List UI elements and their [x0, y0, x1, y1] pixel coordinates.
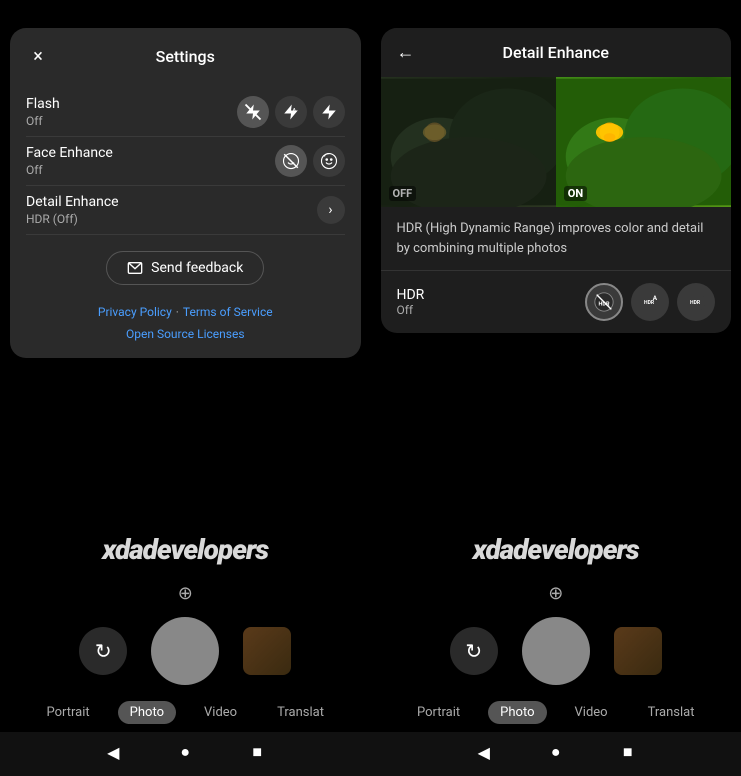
hdr-row-label: HDR	[397, 287, 586, 303]
detail-enhance-panel: ← Detail Enhance OFF	[381, 28, 732, 333]
send-feedback-button[interactable]: Send feedback	[106, 251, 264, 285]
zoom-control-left: ⊕	[0, 577, 371, 609]
flip-camera-btn-left[interactable]: ↻	[79, 627, 127, 675]
links-section: Privacy Policy · Terms of Service Open S…	[26, 305, 345, 342]
shutter-button-right[interactable]	[522, 617, 590, 685]
detail-enhance-controls: ›	[317, 196, 345, 224]
detail-enhance-value: HDR (Off)	[26, 212, 317, 226]
hdr-description: HDR (High Dynamic Range) improves color …	[381, 207, 732, 271]
home-nav-left[interactable]: ●	[173, 740, 197, 764]
face-enhance-on-btn[interactable]	[313, 145, 345, 177]
left-panel: × Settings Flash Off A	[0, 0, 371, 776]
settings-title: Settings	[50, 47, 321, 66]
svg-text:A: A	[292, 108, 296, 114]
flash-on-btn[interactable]	[313, 96, 345, 128]
mode-photo-left[interactable]: Photo	[118, 701, 176, 724]
flash-auto-btn[interactable]: A	[275, 96, 307, 128]
hdr-off-btn[interactable]: HDR	[585, 283, 623, 321]
shutter-row-left: ↻	[0, 617, 371, 685]
hdr-on-image: ON	[556, 77, 731, 207]
face-enhance-controls	[275, 145, 345, 177]
hdr-off-icon: HDR	[593, 291, 615, 313]
camera-controls-right: ⊕ ↻ Portrait Photo Video Translat ◀ ● ■	[371, 577, 741, 776]
face-enhance-value: Off	[26, 163, 275, 177]
close-icon[interactable]: ×	[26, 44, 50, 68]
open-source-link[interactable]: Open Source Licenses	[126, 327, 245, 341]
feedback-label: Send feedback	[151, 260, 243, 276]
hdr-on-btn[interactable]: HDR	[677, 283, 715, 321]
hdr-comparison: OFF ON	[381, 77, 732, 207]
detail-enhance-label: Detail Enhance	[26, 194, 317, 210]
svg-text:HDR: HDR	[690, 300, 701, 306]
back-nav-left[interactable]: ◀	[101, 740, 125, 764]
home-nav-right[interactable]: ●	[544, 740, 568, 764]
recent-nav-left[interactable]: ■	[245, 740, 269, 764]
mode-tabs-right: Portrait Photo Video Translat	[371, 697, 741, 732]
mode-photo-right[interactable]: Photo	[488, 701, 546, 724]
hdr-off-image: OFF	[381, 77, 556, 207]
hdr-row-value: Off	[397, 303, 586, 317]
flash-row: Flash Off A	[26, 88, 345, 137]
svg-text:A: A	[653, 294, 658, 302]
face-enhance-row: Face Enhance Off	[26, 137, 345, 186]
shutter-row-right: ↻	[371, 617, 741, 685]
hdr-options-row: HDR Off HDR HDR A	[381, 271, 732, 333]
hdr-off-label: OFF	[389, 186, 417, 201]
mode-translate-left[interactable]: Translat	[265, 701, 336, 724]
back-nav-right[interactable]: ◀	[472, 740, 496, 764]
nav-bar-right: ◀ ● ■	[371, 732, 741, 776]
hdr-on-label: ON	[564, 186, 587, 201]
mode-translate-right[interactable]: Translat	[636, 701, 707, 724]
flash-controls: A	[237, 96, 345, 128]
recent-nav-right[interactable]: ■	[616, 740, 640, 764]
mode-video-left[interactable]: Video	[192, 701, 249, 724]
detail-header: ← Detail Enhance	[381, 28, 732, 77]
zoom-icon-left[interactable]: ⊕	[169, 577, 201, 609]
links-row: Privacy Policy · Terms of Service	[26, 305, 345, 319]
right-panel: ← Detail Enhance OFF	[371, 0, 741, 776]
feedback-icon	[127, 260, 143, 276]
hdr-options: HDR HDR A HDR	[585, 283, 715, 321]
face-enhance-label: Face Enhance	[26, 145, 275, 161]
camera-controls-left: ⊕ ↻ Portrait Photo Video Translat ◀ ● ■	[0, 577, 371, 776]
flash-off-btn[interactable]	[237, 96, 269, 128]
privacy-policy-link[interactable]: Privacy Policy	[98, 305, 172, 319]
mode-video-right[interactable]: Video	[563, 701, 620, 724]
link-separator: ·	[176, 305, 179, 319]
detail-enhance-title: Detail Enhance	[427, 43, 686, 62]
flash-value: Off	[26, 114, 237, 128]
mode-portrait-left[interactable]: Portrait	[35, 701, 102, 724]
settings-overlay: × Settings Flash Off A	[10, 28, 361, 358]
mode-tabs-left: Portrait Photo Video Translat	[0, 697, 371, 732]
zoom-control-right: ⊕	[371, 577, 741, 609]
gallery-thumbnail-right[interactable]	[614, 627, 662, 675]
hdr-auto-icon: HDR A	[639, 291, 661, 313]
hdr-on-icon: HDR	[685, 291, 707, 313]
detail-enhance-row: Detail Enhance HDR (Off) ›	[26, 186, 345, 235]
face-enhance-off-btn[interactable]	[275, 145, 307, 177]
mode-portrait-right[interactable]: Portrait	[405, 701, 472, 724]
hdr-auto-btn[interactable]: HDR A	[631, 283, 669, 321]
gallery-thumbnail-left[interactable]	[243, 627, 291, 675]
flip-camera-btn-right[interactable]: ↻	[450, 627, 498, 675]
zoom-icon-right[interactable]: ⊕	[540, 577, 572, 609]
settings-header: × Settings	[26, 44, 345, 68]
terms-of-service-link[interactable]: Terms of Service	[183, 305, 273, 319]
shutter-button-left[interactable]	[151, 617, 219, 685]
detail-enhance-chevron[interactable]: ›	[317, 196, 345, 224]
back-icon[interactable]: ←	[397, 42, 415, 63]
flash-label: Flash	[26, 96, 237, 112]
nav-bar-left: ◀ ● ■	[0, 732, 371, 776]
